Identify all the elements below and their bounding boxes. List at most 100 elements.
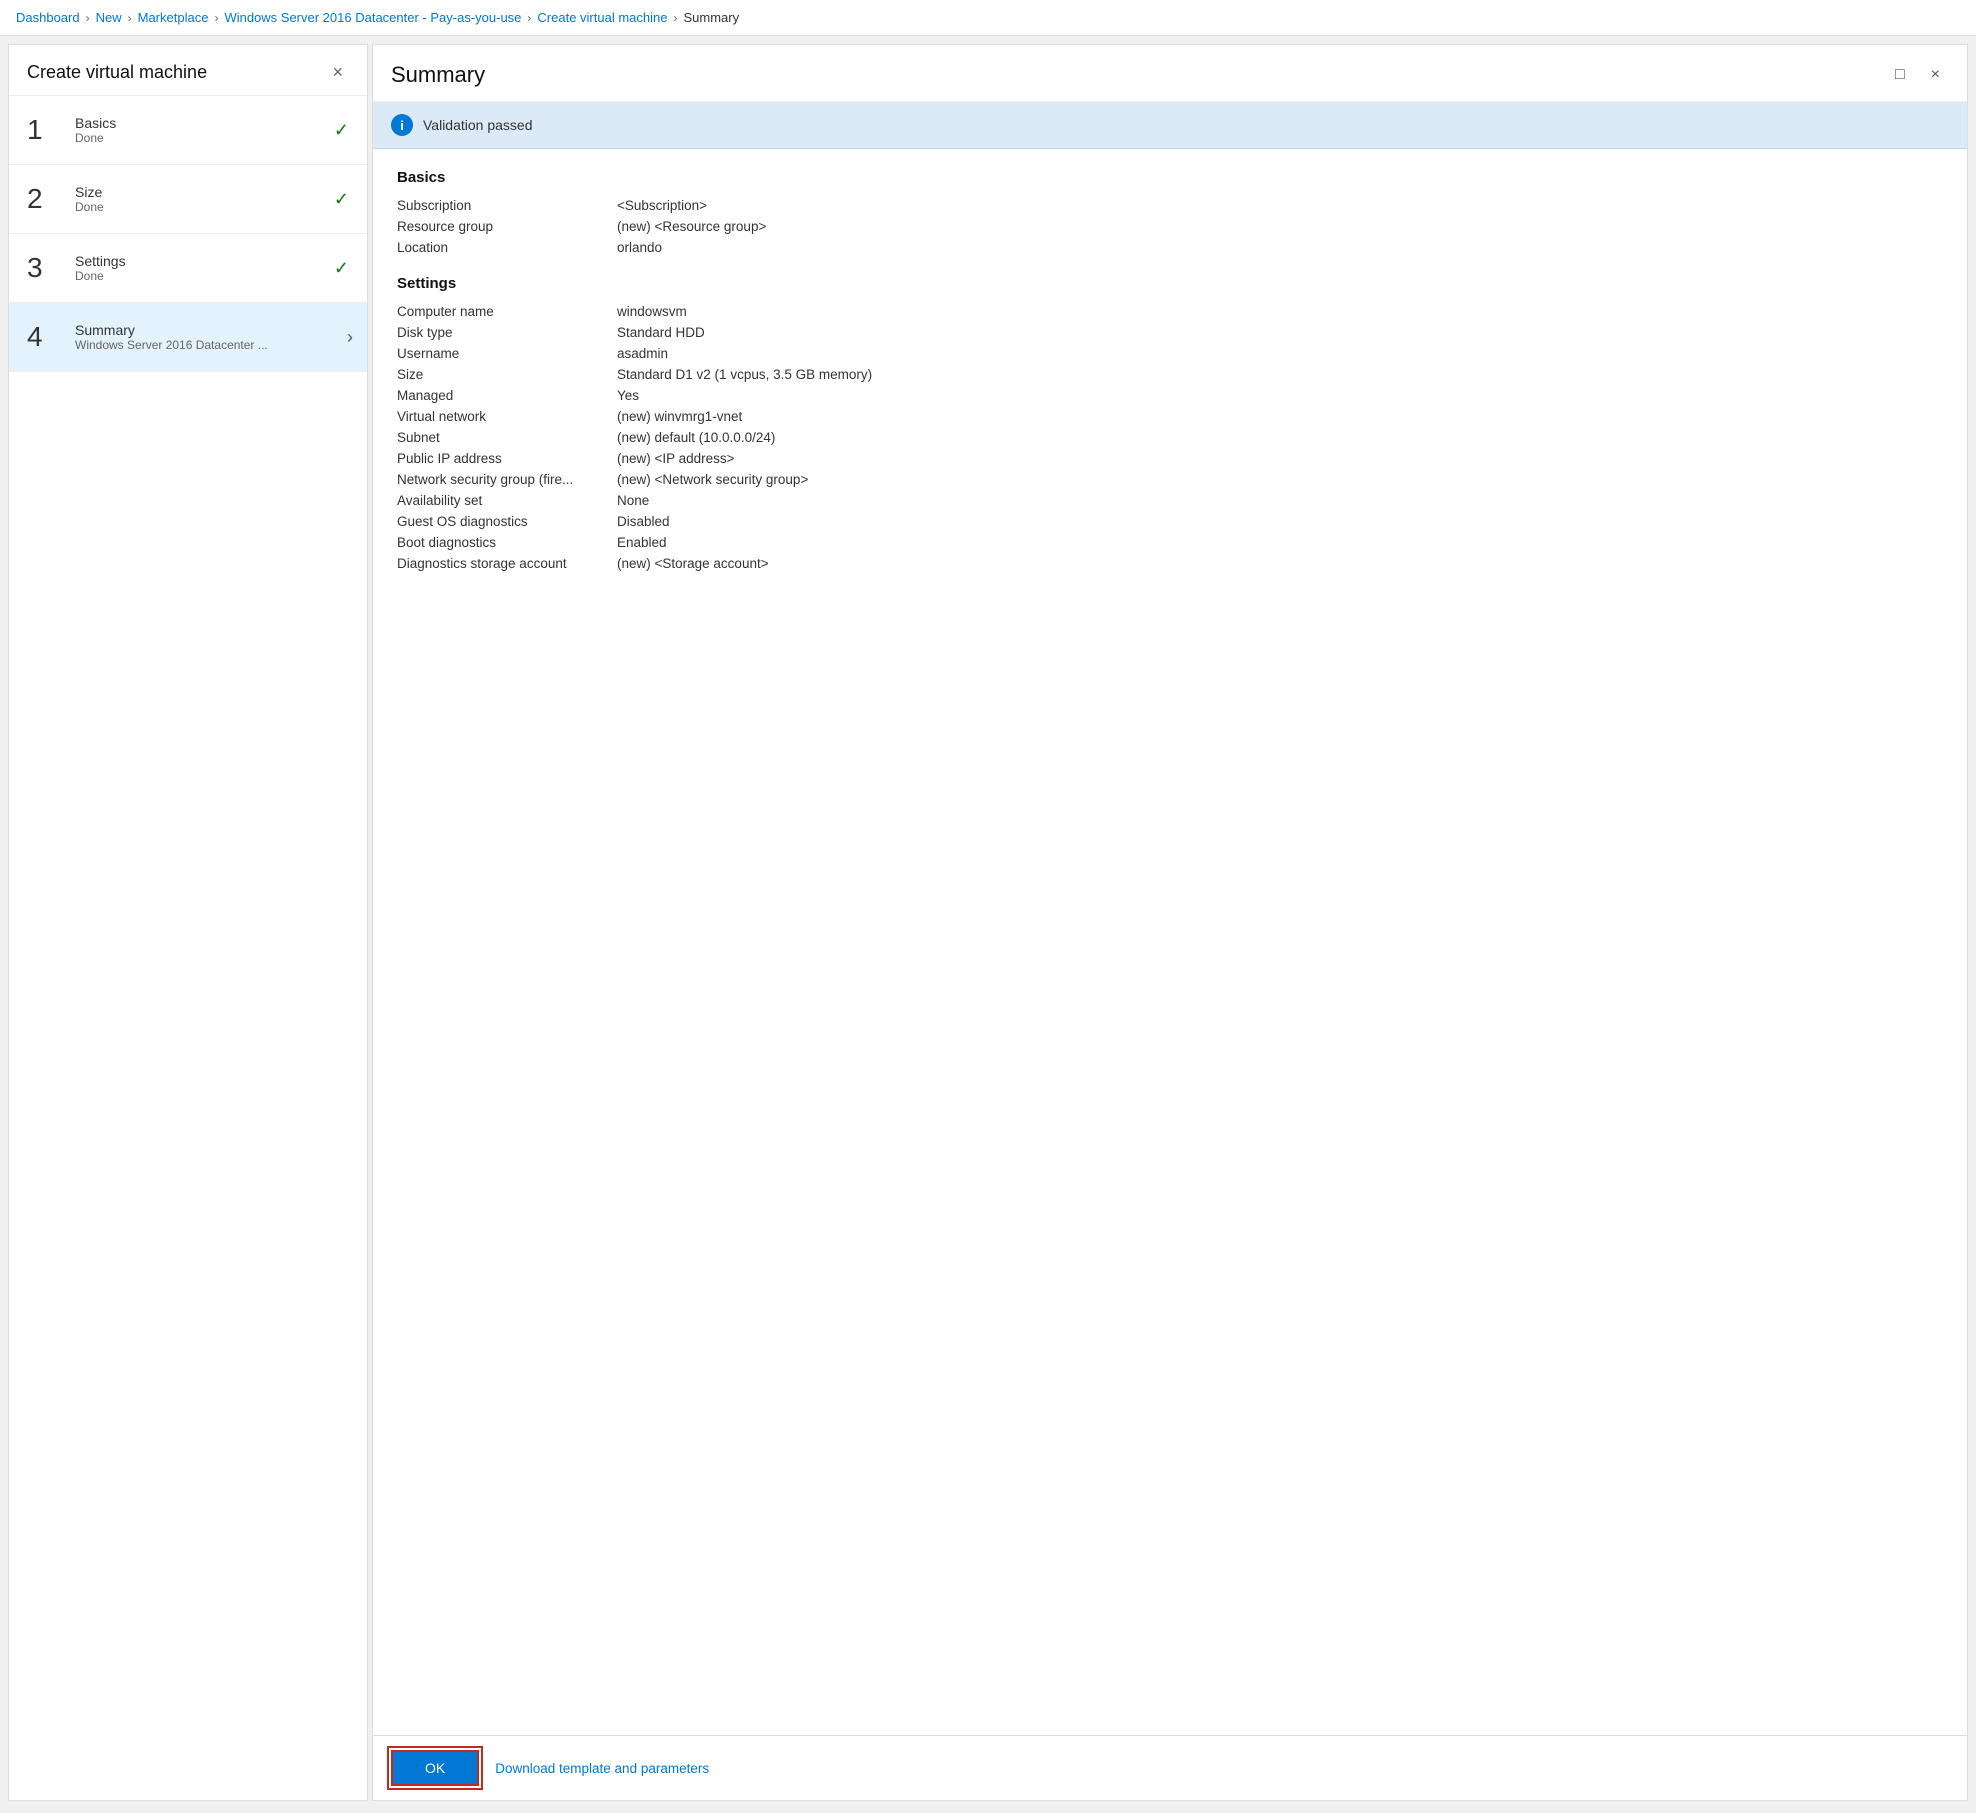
label-resource-group: Resource group [397,219,617,234]
row-diag-storage: Diagnostics storage account (new) <Stora… [397,556,1943,571]
label-username: Username [397,346,617,361]
value-subnet: (new) default (10.0.0.0/24) [617,430,775,445]
step-2-item[interactable]: 2 Size Done ✓ [9,165,367,234]
breadcrumb-dashboard[interactable]: Dashboard [16,10,80,25]
step-2-status: Done [75,200,326,214]
value-guest-os-diagnostics: Disabled [617,514,670,529]
breadcrumb-product[interactable]: Windows Server 2016 Datacenter - Pay-as-… [224,10,521,25]
row-location: Location orlando [397,240,1943,255]
step-3-item[interactable]: 3 Settings Done ✓ [9,234,367,303]
main-container: Create virtual machine × 1 Basics Done ✓… [0,36,1976,1809]
label-subnet: Subnet [397,430,617,445]
breadcrumb-marketplace[interactable]: Marketplace [138,10,209,25]
row-availability-set: Availability set None [397,493,1943,508]
left-panel: Create virtual machine × 1 Basics Done ✓… [8,44,368,1801]
step-2-check-icon: ✓ [334,189,349,210]
right-panel-header: Summary □ × [373,45,1967,102]
label-managed: Managed [397,388,617,403]
right-panel: Summary □ × i Validation passed Basics S… [372,44,1968,1801]
ok-button[interactable]: OK [391,1750,479,1786]
label-availability-set: Availability set [397,493,617,508]
step-2-name: Size [75,184,326,200]
breadcrumb-new[interactable]: New [96,10,122,25]
breadcrumb-sep-5: › [673,11,677,25]
settings-section: Settings Computer name windowsvm Disk ty… [397,275,1943,571]
label-subscription: Subscription [397,198,617,213]
breadcrumb-sep-2: › [128,11,132,25]
row-public-ip: Public IP address (new) <IP address> [397,451,1943,466]
row-disk-type: Disk type Standard HDD [397,325,1943,340]
row-guest-os-diagnostics: Guest OS diagnostics Disabled [397,514,1943,529]
right-panel-close-button[interactable]: × [1922,61,1949,89]
value-disk-type: Standard HDD [617,325,705,340]
left-panel-header: Create virtual machine × [9,45,367,96]
value-diag-storage: (new) <Storage account> [617,556,769,571]
validation-text: Validation passed [423,117,532,133]
step-4-status: Windows Server 2016 Datacenter ... [75,338,349,352]
step-1-name: Basics [75,115,326,131]
value-location: orlando [617,240,662,255]
step-4-name: Summary [75,322,349,338]
validation-banner: i Validation passed [373,102,1967,149]
summary-content: Basics Subscription <Subscription> Resou… [373,149,1967,1735]
step-1-number: 1 [27,114,67,146]
validation-info-icon: i [391,114,413,136]
breadcrumb-sep-1: › [86,11,90,25]
label-guest-os-diagnostics: Guest OS diagnostics [397,514,617,529]
value-managed: Yes [617,388,639,403]
left-panel-close-button[interactable]: × [326,61,349,83]
step-2-info: Size Done [75,184,326,214]
label-nsg: Network security group (fire... [397,472,617,487]
row-virtual-network: Virtual network (new) winvmrg1-vnet [397,409,1943,424]
step-3-check-icon: ✓ [334,258,349,279]
step-3-info: Settings Done [75,253,326,283]
steps-list: 1 Basics Done ✓ 2 Size Done ✓ 3 [9,96,367,1800]
maximize-button[interactable]: □ [1886,61,1914,89]
step-4-info: Summary Windows Server 2016 Datacenter .… [75,322,349,352]
bottom-bar: OK Download template and parameters [373,1735,1967,1800]
value-nsg: (new) <Network security group> [617,472,808,487]
step-3-name: Settings [75,253,326,269]
value-username: asadmin [617,346,668,361]
row-computer-name: Computer name windowsvm [397,304,1943,319]
step-1-item[interactable]: 1 Basics Done ✓ [9,96,367,165]
label-computer-name: Computer name [397,304,617,319]
row-subscription: Subscription <Subscription> [397,198,1943,213]
label-boot-diagnostics: Boot diagnostics [397,535,617,550]
value-size: Standard D1 v2 (1 vcpus, 3.5 GB memory) [617,367,872,382]
step-3-status: Done [75,269,326,283]
settings-section-title: Settings [397,275,1943,292]
row-username: Username asadmin [397,346,1943,361]
breadcrumb-sep-4: › [527,11,531,25]
breadcrumb-sep-3: › [214,11,218,25]
label-public-ip: Public IP address [397,451,617,466]
value-availability-set: None [617,493,649,508]
step-3-number: 3 [27,252,67,284]
value-public-ip: (new) <IP address> [617,451,735,466]
step-4-number: 4 [27,321,67,353]
value-boot-diagnostics: Enabled [617,535,667,550]
label-size: Size [397,367,617,382]
label-diag-storage: Diagnostics storage account [397,556,617,571]
label-disk-type: Disk type [397,325,617,340]
row-subnet: Subnet (new) default (10.0.0.0/24) [397,430,1943,445]
row-boot-diagnostics: Boot diagnostics Enabled [397,535,1943,550]
step-1-info: Basics Done [75,115,326,145]
row-size: Size Standard D1 v2 (1 vcpus, 3.5 GB mem… [397,367,1943,382]
row-resource-group: Resource group (new) <Resource group> [397,219,1943,234]
value-resource-group: (new) <Resource group> [617,219,766,234]
value-virtual-network: (new) winvmrg1-vnet [617,409,742,424]
right-panel-title: Summary [391,62,485,88]
breadcrumb-summary: Summary [683,10,739,25]
label-virtual-network: Virtual network [397,409,617,424]
step-4-item[interactable]: 4 Summary Windows Server 2016 Datacenter… [9,303,367,372]
download-template-link[interactable]: Download template and parameters [495,1761,709,1776]
breadcrumb: Dashboard › New › Marketplace › Windows … [0,0,1976,36]
value-computer-name: windowsvm [617,304,687,319]
right-panel-controls: □ × [1886,61,1949,89]
value-subscription: <Subscription> [617,198,707,213]
breadcrumb-create-vm[interactable]: Create virtual machine [537,10,667,25]
step-1-check-icon: ✓ [334,120,349,141]
left-panel-title: Create virtual machine [27,62,207,83]
step-2-number: 2 [27,183,67,215]
